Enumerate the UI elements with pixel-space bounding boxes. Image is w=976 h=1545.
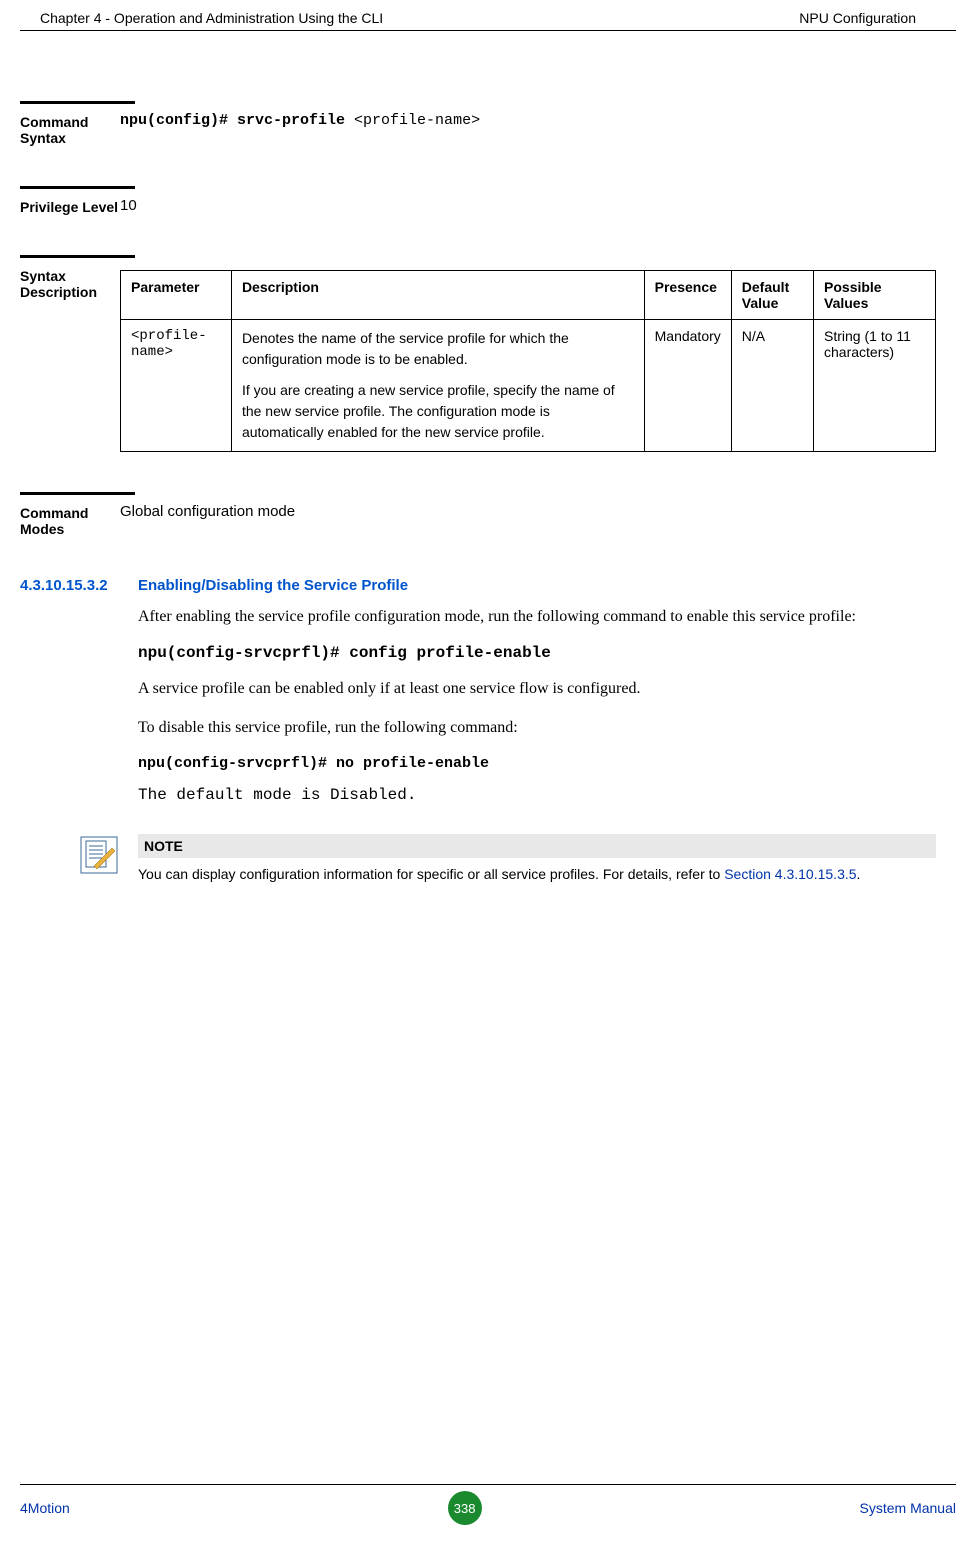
privilege-level-row: Privilege Level 10 [20,197,936,215]
td-desc-p2: If you are creating a new service profil… [242,380,634,443]
footer-left: 4Motion [20,1500,70,1516]
th-possible: Possible Values [814,271,936,320]
privilege-level-value: 10 [120,197,936,215]
td-presence: Mandatory [644,320,731,452]
td-possible: String (1 to 11 characters) [814,320,936,452]
note-text-main: You can display configuration informatio… [138,866,724,882]
td-parameter: <profile-name> [121,320,232,452]
note-title: NOTE [138,834,936,858]
body-para-1: After enabling the service profile confi… [138,604,936,630]
header-right: NPU Configuration [799,10,916,26]
subsection-title: Enabling/Disabling the Service Profile [138,577,408,594]
divider [20,492,135,495]
subsection-heading: 4.3.10.15.3.2 Enabling/Disabling the Ser… [20,577,936,594]
td-desc-p1: Denotes the name of the service profile … [242,328,634,370]
command-syntax-body: npu(config)# srvc-profile <profile-name> [120,112,936,146]
subsection-number: 4.3.10.15.3.2 [20,577,138,594]
syntax-description-body: Parameter Description Presence Default V… [120,266,936,452]
note-block: NOTE You can display configuration infor… [80,834,936,885]
syntax-description-label: Syntax Description [20,266,120,452]
syntax-description-row: Syntax Description Parameter Description… [20,266,936,452]
command-syntax-arg: <profile-name> [354,112,480,129]
command-modes-label: Command Modes [20,503,120,537]
body-para-3: To disable this service profile, run the… [138,715,936,741]
page-header: Chapter 4 - Operation and Administration… [20,0,956,31]
command-modes-value: Global configuration mode [120,503,936,537]
footer-right: System Manual [860,1500,956,1516]
divider [20,101,135,104]
body-para-2: A service profile can be enabled only if… [138,676,936,702]
note-body: NOTE You can display configuration infor… [138,834,936,885]
command-syntax-label: Command Syntax [20,112,120,146]
command-syntax-row: Command Syntax npu(config)# srvc-profile… [20,112,936,146]
th-parameter: Parameter [121,271,232,320]
note-icon [80,836,120,877]
syntax-table: Parameter Description Presence Default V… [120,270,936,452]
td-default: N/A [731,320,813,452]
note-text-after: . [857,866,861,882]
page-footer: 4Motion 338 System Manual [20,1484,956,1525]
note-link[interactable]: Section 4.3.10.15.3.5 [724,866,856,882]
td-description: Denotes the name of the service profile … [231,320,644,452]
table-row: <profile-name> Denotes the name of the s… [121,320,936,452]
page-content: Command Syntax npu(config)# srvc-profile… [0,31,976,885]
command-line-2: npu(config-srvcprfl)# no profile-enable [138,755,936,772]
th-default: Default Value [731,271,813,320]
command-line-1: npu(config-srvcprfl)# config profile-ena… [138,644,936,662]
divider [20,186,135,189]
page-number-badge: 338 [448,1491,482,1525]
command-modes-row: Command Modes Global configuration mode [20,503,936,537]
divider [20,255,135,258]
th-description: Description [231,271,644,320]
note-text: You can display configuration informatio… [138,858,936,885]
body-para-4: The default mode is Disabled. [138,786,936,804]
table-header-row: Parameter Description Presence Default V… [121,271,936,320]
command-syntax-prefix: npu(config)# srvc-profile [120,112,354,129]
privilege-level-label: Privilege Level [20,197,120,215]
header-left: Chapter 4 - Operation and Administration… [40,10,383,26]
th-presence: Presence [644,271,731,320]
